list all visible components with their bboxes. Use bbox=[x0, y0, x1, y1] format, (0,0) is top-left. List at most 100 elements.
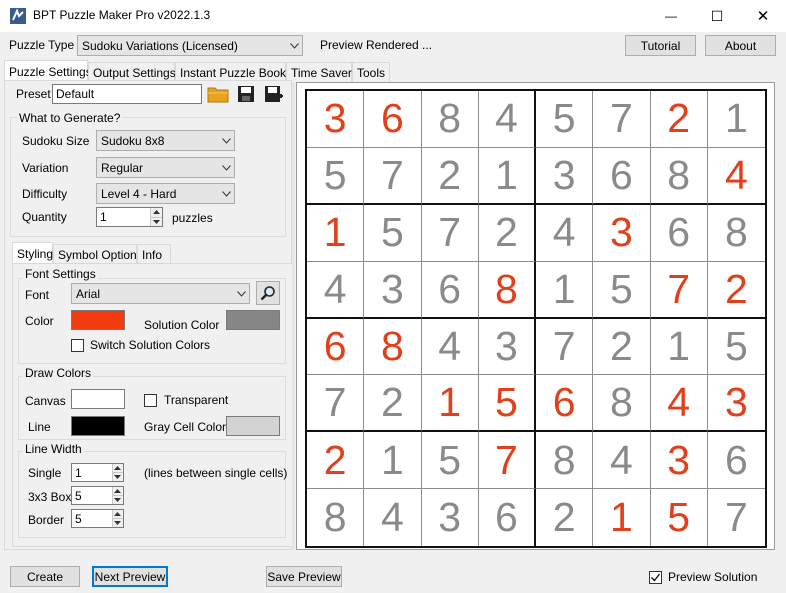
spin-up-icon[interactable] bbox=[112, 464, 123, 473]
sudoku-cell: 5 bbox=[478, 375, 536, 433]
sudoku-cell: 4 bbox=[478, 91, 536, 148]
sudoku-cell: 3 bbox=[536, 147, 594, 205]
sudoku-cell: 1 bbox=[421, 375, 479, 433]
spin-down-icon[interactable] bbox=[112, 496, 123, 504]
sudoku-cell: 3 bbox=[307, 91, 365, 148]
app-icon bbox=[9, 7, 27, 25]
line-width-title: Line Width bbox=[23, 442, 84, 456]
quantity-stepper[interactable] bbox=[96, 207, 163, 227]
sudoku-cell: 6 bbox=[707, 432, 765, 490]
tab-info[interactable]: Info bbox=[137, 244, 171, 264]
sudoku-cell: 7 bbox=[650, 261, 708, 319]
sudoku-cell: 2 bbox=[707, 262, 765, 319]
tab-symbol-options[interactable]: Symbol Options bbox=[53, 244, 143, 264]
single-width-stepper[interactable] bbox=[71, 463, 124, 482]
border-width-stepper[interactable] bbox=[71, 509, 124, 528]
checkbox-box[interactable] bbox=[71, 338, 84, 352]
line-label: Line bbox=[28, 420, 51, 434]
sudoku-cell: 6 bbox=[307, 318, 365, 376]
border-width-input[interactable] bbox=[72, 510, 112, 527]
checkbox-box[interactable] bbox=[144, 393, 157, 407]
save-preview-button[interactable]: Save Preview bbox=[266, 566, 342, 587]
tutorial-button[interactable]: Tutorial bbox=[625, 35, 696, 56]
spin-down-icon[interactable] bbox=[150, 217, 162, 226]
sudoku-cell: 5 bbox=[651, 489, 708, 546]
box-width-input[interactable] bbox=[72, 487, 112, 504]
box-width-stepper[interactable] bbox=[71, 486, 124, 505]
preview-solution-checkbox[interactable]: Preview Solution bbox=[649, 570, 757, 584]
chevron-down-icon bbox=[218, 164, 234, 171]
preset-label: Preset bbox=[16, 87, 51, 101]
sudoku-cell: 1 bbox=[536, 261, 594, 319]
line-color-swatch[interactable] bbox=[71, 416, 125, 436]
sudoku-cell: 6 bbox=[364, 91, 422, 148]
tab-instant-puzzle-books[interactable]: Instant Puzzle Books bbox=[175, 62, 292, 82]
spin-up-icon[interactable] bbox=[112, 510, 123, 519]
sudoku-cell: 5 bbox=[593, 261, 651, 319]
variation-select[interactable]: Regular bbox=[96, 157, 235, 178]
sudoku-cell: 3 bbox=[478, 318, 536, 376]
sudoku-cell: 5 bbox=[307, 147, 365, 205]
tab-output-settings[interactable]: Output Settings bbox=[88, 62, 176, 82]
save-icon bbox=[238, 86, 254, 102]
transparent-checkbox[interactable]: Transparent bbox=[144, 393, 228, 407]
minimize-button[interactable]: — bbox=[648, 0, 694, 32]
open-folder-button[interactable] bbox=[206, 83, 230, 105]
tab-tools[interactable]: Tools bbox=[352, 62, 390, 82]
sudoku-cell: 7 bbox=[478, 432, 536, 490]
quantity-input[interactable] bbox=[97, 208, 150, 226]
spin-down-icon[interactable] bbox=[112, 519, 123, 527]
solution-color-swatch[interactable] bbox=[226, 310, 280, 330]
sudoku-cell: 7 bbox=[421, 204, 479, 262]
tab-puzzle-settings[interactable]: Puzzle Settings bbox=[4, 60, 92, 82]
puzzle-type-value: Sudoku Variations (Licensed) bbox=[82, 38, 238, 53]
font-select[interactable]: Arial bbox=[71, 283, 250, 304]
sudoku-cell: 4 bbox=[536, 204, 594, 262]
font-color-swatch[interactable] bbox=[71, 310, 125, 330]
gray-cell-color-swatch[interactable] bbox=[226, 416, 280, 436]
switch-solution-colors-checkbox[interactable]: Switch Solution Colors bbox=[71, 338, 210, 352]
difficulty-select[interactable]: Level 4 - Hard bbox=[96, 183, 235, 204]
chevron-down-icon bbox=[286, 42, 302, 49]
tab-styling[interactable]: Styling bbox=[12, 242, 53, 264]
panel-splitter[interactable] bbox=[292, 82, 295, 550]
preset-input[interactable] bbox=[52, 84, 202, 104]
sudoku-cell: 1 bbox=[650, 318, 708, 376]
spin-up-icon[interactable] bbox=[150, 208, 162, 218]
single-width-input[interactable] bbox=[72, 464, 112, 481]
chevron-down-icon bbox=[218, 137, 234, 144]
minimize-icon: — bbox=[665, 9, 677, 23]
window-title: BPT Puzzle Maker Pro v2022.1.3 bbox=[33, 8, 211, 22]
sudoku-cell: 6 bbox=[593, 147, 651, 205]
sudoku-cell: 5 bbox=[707, 319, 765, 376]
spin-up-icon[interactable] bbox=[112, 487, 123, 496]
canvas-label: Canvas bbox=[25, 394, 66, 408]
create-button[interactable]: Create bbox=[10, 566, 80, 587]
about-button[interactable]: About bbox=[705, 35, 776, 56]
chevron-down-icon bbox=[233, 290, 249, 297]
generate-group-title: What to Generate? bbox=[17, 111, 123, 125]
checkbox-box[interactable] bbox=[649, 570, 662, 584]
sudoku-cell: 2 bbox=[536, 489, 594, 546]
canvas-color-swatch[interactable] bbox=[71, 389, 125, 409]
sudoku-size-select[interactable]: Sudoku 8x8 bbox=[96, 130, 235, 151]
sudoku-cell: 5 bbox=[364, 204, 422, 262]
spin-down-icon[interactable] bbox=[112, 473, 123, 481]
puzzle-preview: 3684572157213684157243684368157268437215… bbox=[296, 82, 775, 550]
next-preview-button[interactable]: Next Preview bbox=[92, 566, 168, 587]
transparent-label: Transparent bbox=[164, 393, 229, 407]
preview-solution-label: Preview Solution bbox=[668, 570, 758, 584]
variation-value: Regular bbox=[101, 160, 144, 175]
puzzle-type-select[interactable]: Sudoku Variations (Licensed) bbox=[77, 35, 303, 56]
sudoku-cell: 3 bbox=[650, 432, 708, 490]
switch-solution-colors-label: Switch Solution Colors bbox=[90, 338, 211, 352]
maximize-button[interactable]: ☐ bbox=[694, 0, 740, 32]
tab-time-saver[interactable]: Time Saver bbox=[286, 62, 352, 82]
save-preset-button[interactable] bbox=[235, 83, 257, 105]
sudoku-cell: 4 bbox=[307, 261, 365, 319]
sudoku-cell: 2 bbox=[650, 91, 708, 148]
box-width-label: 3x3 Box bbox=[28, 490, 72, 504]
save-as-preset-button[interactable] bbox=[262, 83, 286, 105]
font-browse-button[interactable] bbox=[256, 281, 280, 305]
close-button[interactable]: ✕ bbox=[740, 0, 786, 32]
